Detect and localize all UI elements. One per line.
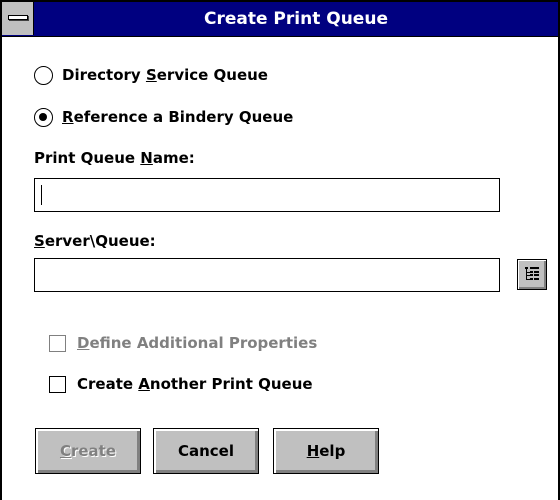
checkbox-box[interactable]	[49, 334, 66, 352]
radio-unselected-icon[interactable]	[34, 65, 53, 85]
radio-reference-bindery-queue-label: Reference a Bindery Queue	[62, 108, 294, 126]
radio-directory-service-queue[interactable]: Directory Service Queue	[34, 64, 268, 86]
checkbox-define-additional-properties[interactable]: Define Additional Properties	[49, 332, 317, 354]
print-queue-name-label: Print Queue Name:	[34, 149, 195, 167]
tree-browse-icon	[525, 267, 539, 280]
radio-reference-bindery-queue[interactable]: Reference a Bindery Queue	[34, 106, 293, 128]
window-title: Create Print Queue	[204, 9, 388, 29]
help-button[interactable]: Help	[273, 428, 379, 474]
create-button[interactable]: Create	[35, 428, 141, 474]
cancel-button[interactable]: Cancel	[153, 428, 259, 474]
checkbox-box[interactable]	[49, 375, 66, 393]
radio-directory-service-queue-label: Directory Service Queue	[62, 66, 268, 84]
system-menu-icon[interactable]	[2, 2, 34, 35]
title-bar[interactable]: Create Print Queue	[2, 2, 558, 37]
create-another-print-queue-label: Create Another Print Queue	[77, 375, 313, 393]
browse-button[interactable]	[517, 259, 547, 290]
server-queue-label: Server\Queue:	[34, 232, 156, 250]
define-additional-properties-label: Define Additional Properties	[77, 334, 318, 352]
radio-selected-icon[interactable]	[34, 107, 53, 127]
print-queue-name-input[interactable]	[34, 178, 500, 212]
server-queue-input[interactable]	[34, 258, 500, 292]
text-caret	[41, 185, 42, 205]
create-print-queue-dialog: Create Print Queue Directory Service Que…	[0, 0, 560, 500]
checkbox-create-another-print-queue[interactable]: Create Another Print Queue	[49, 373, 313, 395]
